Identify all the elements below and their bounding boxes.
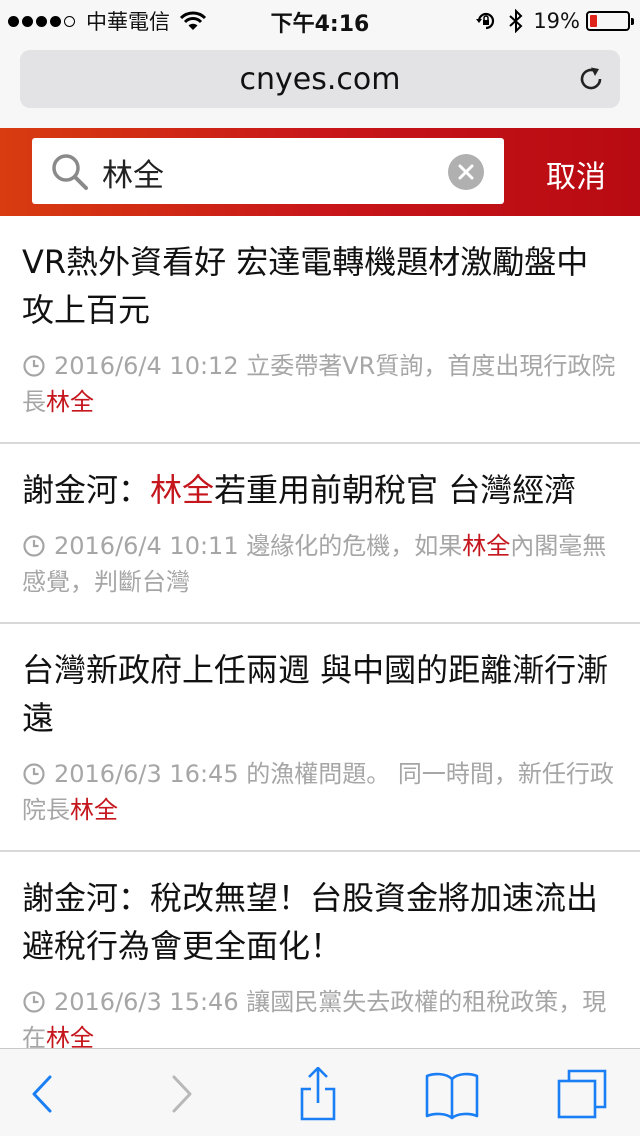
forward-icon[interactable] <box>152 1067 212 1121</box>
tabs-icon[interactable] <box>556 1067 616 1121</box>
article-timestamp: 2016/6/4 10:11 <box>54 532 239 560</box>
rotation-lock-icon <box>476 12 495 30</box>
headline-text: 謝金河： <box>22 471 151 509</box>
url-text[interactable]: cnyes.com <box>20 62 620 97</box>
status-bar: 中華電信 下午4:16 19% <box>0 0 640 40</box>
article-meta: 2016/6/4 10:11 邊緣化的危機，如果林全內閣毫無感覺，判斷台灣 <box>22 528 620 600</box>
article-snippet: 邊緣化的危機，如果 <box>246 532 463 560</box>
article-headline[interactable]: 謝金河：稅改無望！台股資金將加速流出 避稅行為會更全面化！ <box>22 874 620 970</box>
article-list: VR熱外資看好 宏達電轉機題材激勵盤中攻上百元 2016/6/4 10:12 立… <box>0 216 640 1080</box>
article-headline[interactable]: 台灣新政府上任兩週 與中國的距離漸行漸遠 <box>22 646 620 742</box>
article-item[interactable]: 台灣新政府上任兩週 與中國的距離漸行漸遠 2016/6/3 16:45 的漁權問… <box>0 624 640 852</box>
bookmarks-icon[interactable] <box>422 1067 482 1121</box>
clock-icon <box>23 763 45 785</box>
clear-icon[interactable] <box>448 154 484 190</box>
search-icon <box>52 154 88 190</box>
article-timestamp: 2016/6/3 16:45 <box>54 760 239 788</box>
article-item[interactable]: 謝金河：林全若重用前朝稅官 台灣經濟 2016/6/4 10:11 邊緣化的危機… <box>0 444 640 624</box>
search-box[interactable]: 林全 <box>32 138 504 204</box>
article-headline[interactable]: VR熱外資看好 宏達電轉機題材激勵盤中攻上百元 <box>22 238 620 334</box>
article-item[interactable]: VR熱外資看好 宏達電轉機題材激勵盤中攻上百元 2016/6/4 10:12 立… <box>0 216 640 444</box>
article-meta: 2016/6/3 16:45 的漁權問題。 同一時間，新任行政院長林全 <box>22 756 620 828</box>
cancel-button[interactable]: 取消 <box>520 152 632 196</box>
clock-icon <box>23 355 45 377</box>
article-meta: 2016/6/3 15:46 讓國民黨失去政權的租稅政策，現在林全 <box>22 984 620 1056</box>
address-bar[interactable]: cnyes.com <box>20 50 620 108</box>
bluetooth-icon <box>509 9 523 33</box>
snippet-highlight: 林全 <box>70 796 118 824</box>
article-headline[interactable]: 謝金河：林全若重用前朝稅官 台灣經濟 <box>22 466 620 514</box>
headline-text: 若重用前朝稅官 台灣經濟 <box>214 471 577 509</box>
snippet-highlight: 林全 <box>462 532 511 560</box>
battery-level-fill <box>590 15 597 27</box>
clock-icon <box>23 991 45 1013</box>
clock-icon <box>23 535 45 557</box>
search-header: 林全 取消 <box>0 128 640 216</box>
article-timestamp: 2016/6/4 10:12 <box>54 352 239 380</box>
battery-icon <box>586 11 634 31</box>
share-icon[interactable] <box>288 1067 348 1121</box>
article-timestamp: 2016/6/3 15:46 <box>54 988 239 1016</box>
article-item[interactable]: 謝金河：稅改無望！台股資金將加速流出 避稅行為會更全面化！ 2016/6/3 1… <box>0 852 640 1080</box>
search-input[interactable]: 林全 <box>102 150 164 195</box>
browser-chrome: cnyes.com <box>0 40 640 128</box>
article-meta: 2016/6/4 10:12 立委帶著VR質詢，首度出現行政院長林全 <box>22 348 620 420</box>
status-indicators: 19% <box>475 8 634 34</box>
battery-percent: 19% <box>533 9 580 33</box>
headline-highlight: 林全 <box>150 471 215 509</box>
snippet-highlight: 林全 <box>46 388 94 416</box>
back-icon[interactable] <box>12 1067 72 1121</box>
reload-icon[interactable] <box>576 64 606 94</box>
browser-toolbar <box>0 1048 640 1136</box>
